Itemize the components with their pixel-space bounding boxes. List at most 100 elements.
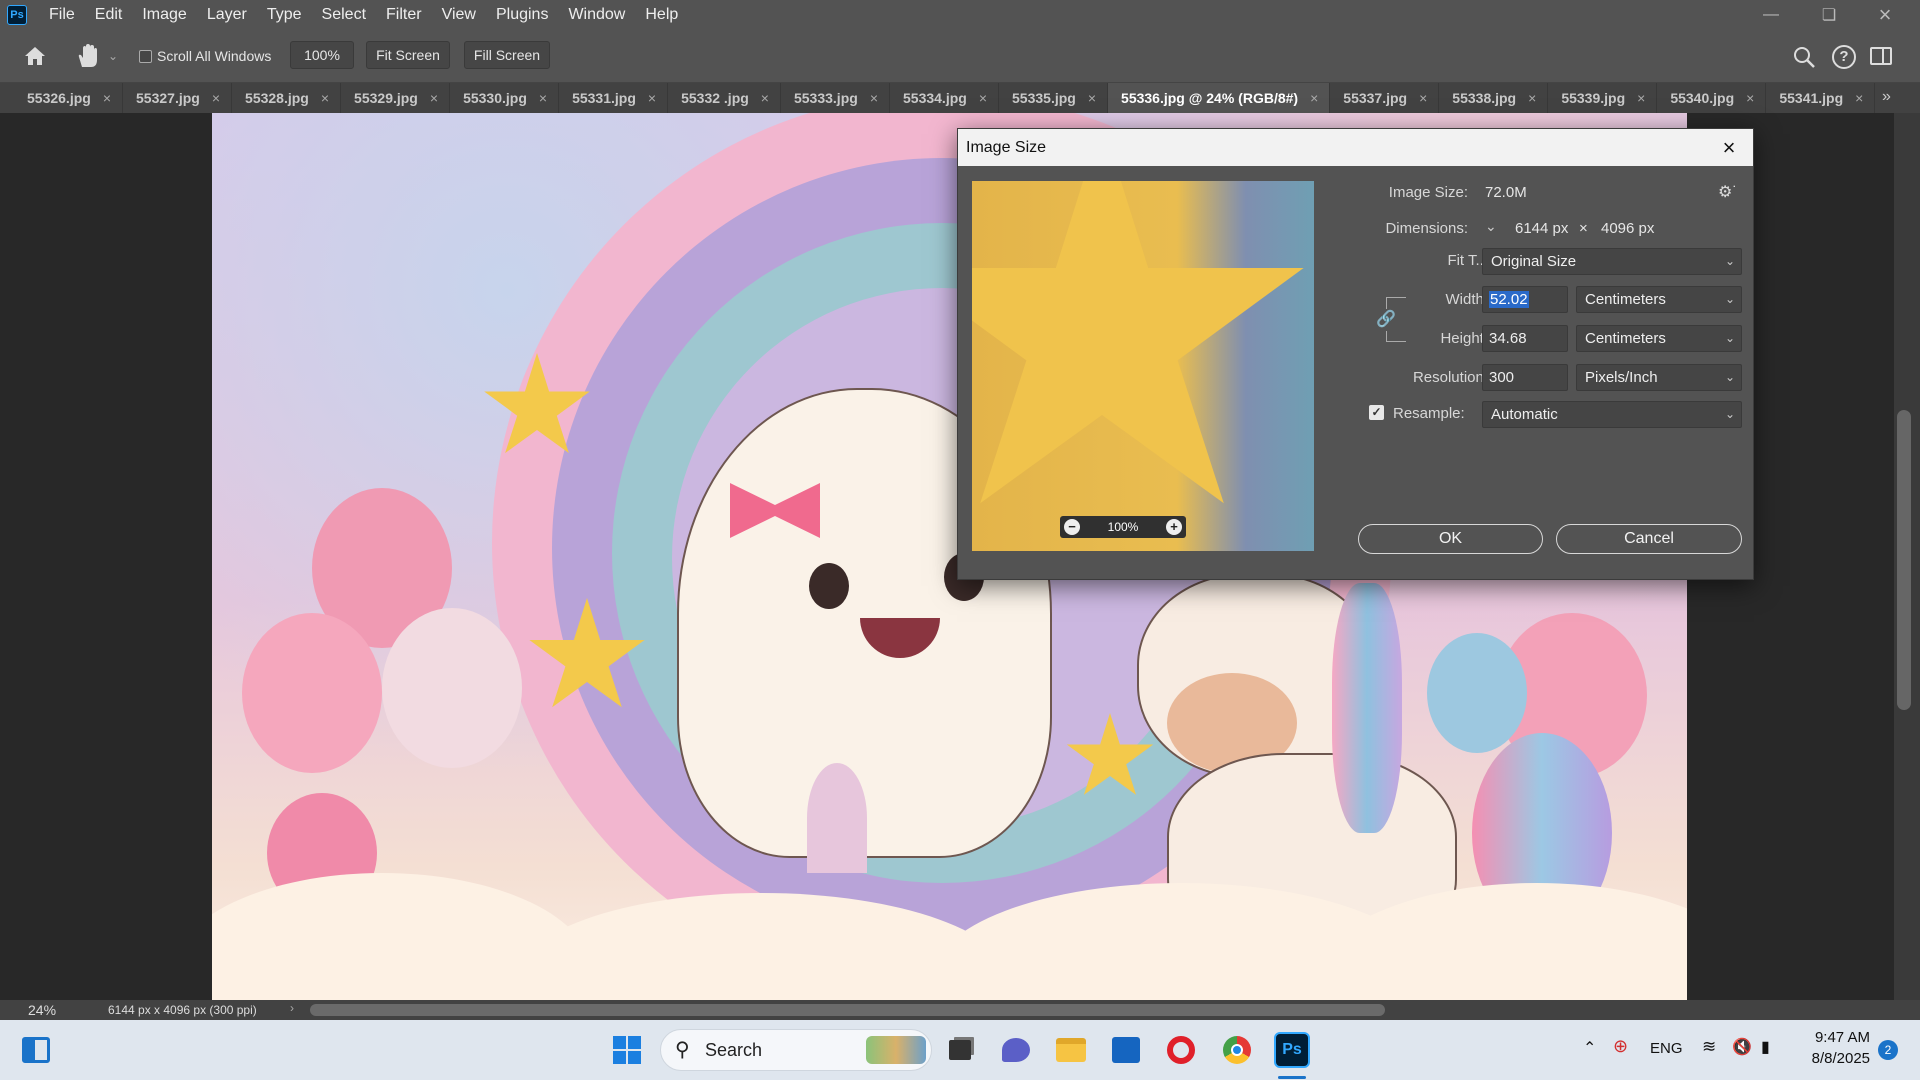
document-tab[interactable]: 55326.jpg × (14, 83, 124, 113)
start-windows-icon[interactable] (609, 1032, 645, 1068)
document-tab[interactable]: 55329.jpg × (341, 83, 451, 113)
fit-screen-button[interactable]: Fit Screen (366, 41, 450, 69)
document-tab[interactable]: 55332 .jpg × (668, 83, 781, 113)
fill-screen-button[interactable]: Fill Screen (464, 41, 550, 69)
tab-close-icon[interactable]: × (1310, 90, 1318, 106)
tab-close-icon[interactable]: × (1528, 90, 1536, 106)
document-tab[interactable]: 55340.jpg × (1657, 83, 1767, 113)
close-window-icon[interactable]: × (1862, 0, 1908, 29)
tab-close-icon[interactable]: × (212, 90, 220, 106)
clock-date[interactable]: 8/8/2025 (1805, 1050, 1870, 1067)
menu-view[interactable]: View (432, 0, 486, 29)
resolution-input[interactable]: 300 (1482, 364, 1568, 391)
opera-browser-icon[interactable] (1163, 1032, 1199, 1068)
menu-layer[interactable]: Layer (197, 0, 257, 29)
battery-icon[interactable]: ▮ (1761, 1037, 1770, 1057)
horizontal-scroll-thumb[interactable] (310, 1004, 1385, 1016)
hand-tool-icon[interactable] (76, 43, 98, 69)
tab-close-icon[interactable]: × (1855, 90, 1863, 106)
tab-close-icon[interactable]: × (979, 90, 987, 106)
menu-window[interactable]: Window (558, 0, 635, 29)
status-arrow-icon[interactable]: › (290, 1001, 294, 1015)
dialog-close-icon[interactable]: × (1715, 134, 1743, 162)
document-tab[interactable]: 55341.jpg × (1766, 83, 1876, 113)
tab-close-icon[interactable]: × (870, 90, 878, 106)
tab-close-icon[interactable]: × (648, 90, 656, 106)
language-indicator[interactable]: ENG (1650, 1040, 1683, 1057)
taskbar-search-box[interactable]: ⚲ Search (660, 1029, 932, 1071)
image-preview[interactable]: − 100% + (972, 181, 1314, 551)
tray-chevron-up-icon[interactable]: ⌃ (1583, 1038, 1596, 1058)
document-tab[interactable]: 55339.jpg × (1548, 83, 1658, 113)
tab-close-icon[interactable]: × (321, 90, 329, 106)
help-icon[interactable]: ? (1832, 45, 1856, 69)
chevron-down-icon[interactable]: ⌄ (108, 49, 118, 63)
status-zoom[interactable]: 24% (28, 1002, 56, 1018)
zoom-100-button[interactable]: 100% (290, 41, 354, 69)
menu-help[interactable]: Help (635, 0, 688, 29)
tabs-overflow-icon[interactable]: » (1882, 88, 1891, 106)
task-view-icon[interactable] (942, 1032, 978, 1068)
menu-image[interactable]: Image (132, 0, 196, 29)
height-input[interactable]: 34.68 (1482, 325, 1568, 352)
tab-close-icon[interactable]: × (1746, 90, 1754, 106)
tab-close-icon[interactable]: × (761, 90, 769, 106)
cancel-button[interactable]: Cancel (1556, 524, 1742, 554)
document-tab[interactable]: 55335.jpg × (999, 83, 1109, 113)
height-unit-value: Centimeters (1585, 330, 1666, 347)
tab-close-icon[interactable]: × (1419, 90, 1427, 106)
tab-close-icon[interactable]: × (539, 90, 547, 106)
vpn-tray-icon[interactable]: ⊕ (1613, 1036, 1628, 1057)
menu-file[interactable]: File (39, 0, 85, 29)
resample-checkbox[interactable]: ✓ (1369, 405, 1384, 420)
document-tab[interactable]: 55337.jpg × (1330, 83, 1440, 113)
menu-select[interactable]: Select (312, 0, 376, 29)
width-unit-select[interactable]: Centimeters ⌄ (1576, 286, 1742, 313)
widgets-icon[interactable] (18, 1032, 54, 1068)
preview-zoom-bar: − 100% + (1060, 516, 1186, 538)
menu-type[interactable]: Type (257, 0, 312, 29)
dimensions-unit-chevron-icon[interactable]: ⌄ (1485, 218, 1497, 235)
clock-time[interactable]: 9:47 AM (1812, 1029, 1870, 1046)
width-input[interactable]: 52.02 (1482, 286, 1568, 313)
resample-select[interactable]: Automatic ⌄ (1482, 401, 1742, 428)
document-tab[interactable]: 55327.jpg × (123, 83, 233, 113)
document-tab[interactable]: 55330.jpg × (450, 83, 560, 113)
microsoft-store-icon[interactable] (1108, 1032, 1144, 1068)
fit-to-select[interactable]: Original Size ⌄ (1482, 248, 1742, 275)
menu-filter[interactable]: Filter (376, 0, 432, 29)
document-tab[interactable]: 55333.jpg × (781, 83, 890, 113)
restore-icon[interactable]: ❏ (1806, 0, 1852, 29)
tab-close-icon[interactable]: × (1637, 90, 1645, 106)
document-tab[interactable]: 55328.jpg × (232, 83, 342, 113)
constrain-proportions-link-icon[interactable]: 🔗 (1376, 309, 1396, 331)
settings-gear-icon[interactable]: ⚙˙ (1718, 182, 1738, 202)
home-icon[interactable] (22, 44, 48, 68)
vertical-scroll-thumb[interactable] (1897, 410, 1911, 710)
zoom-in-icon[interactable]: + (1165, 519, 1182, 535)
document-tab[interactable]: 55331.jpg × (559, 83, 669, 113)
document-tab[interactable]: 55338.jpg × (1439, 83, 1549, 113)
chrome-browser-icon[interactable] (1219, 1032, 1255, 1068)
photoshop-taskbar-icon[interactable]: Ps (1274, 1032, 1310, 1068)
speaker-muted-icon[interactable]: 🔇 (1732, 1037, 1752, 1057)
menu-edit[interactable]: Edit (85, 0, 133, 29)
zoom-out-icon[interactable]: − (1064, 519, 1080, 535)
ok-button[interactable]: OK (1358, 524, 1543, 554)
meet-chat-icon[interactable] (998, 1032, 1034, 1068)
document-tab[interactable]: 55334.jpg × (890, 83, 1000, 113)
tab-close-icon[interactable]: × (1088, 90, 1096, 106)
minimize-icon[interactable]: — (1748, 0, 1794, 29)
height-unit-select[interactable]: Centimeters ⌄ (1576, 325, 1742, 352)
workspace-icon[interactable] (1870, 47, 1892, 65)
tab-close-icon[interactable]: × (430, 90, 438, 106)
file-explorer-icon[interactable] (1053, 1032, 1089, 1068)
resolution-unit-select[interactable]: Pixels/Inch ⌄ (1576, 364, 1742, 391)
search-icon[interactable] (1792, 45, 1816, 69)
menu-plugins[interactable]: Plugins (486, 0, 558, 29)
document-tab[interactable]: 55336.jpg @ 24% (RGB/8#) × (1108, 83, 1331, 113)
notification-badge[interactable]: 2 (1878, 1040, 1898, 1060)
wifi-icon[interactable]: ≋ (1702, 1037, 1716, 1057)
tab-close-icon[interactable]: × (103, 90, 111, 106)
scroll-all-windows-checkbox[interactable] (139, 50, 152, 63)
